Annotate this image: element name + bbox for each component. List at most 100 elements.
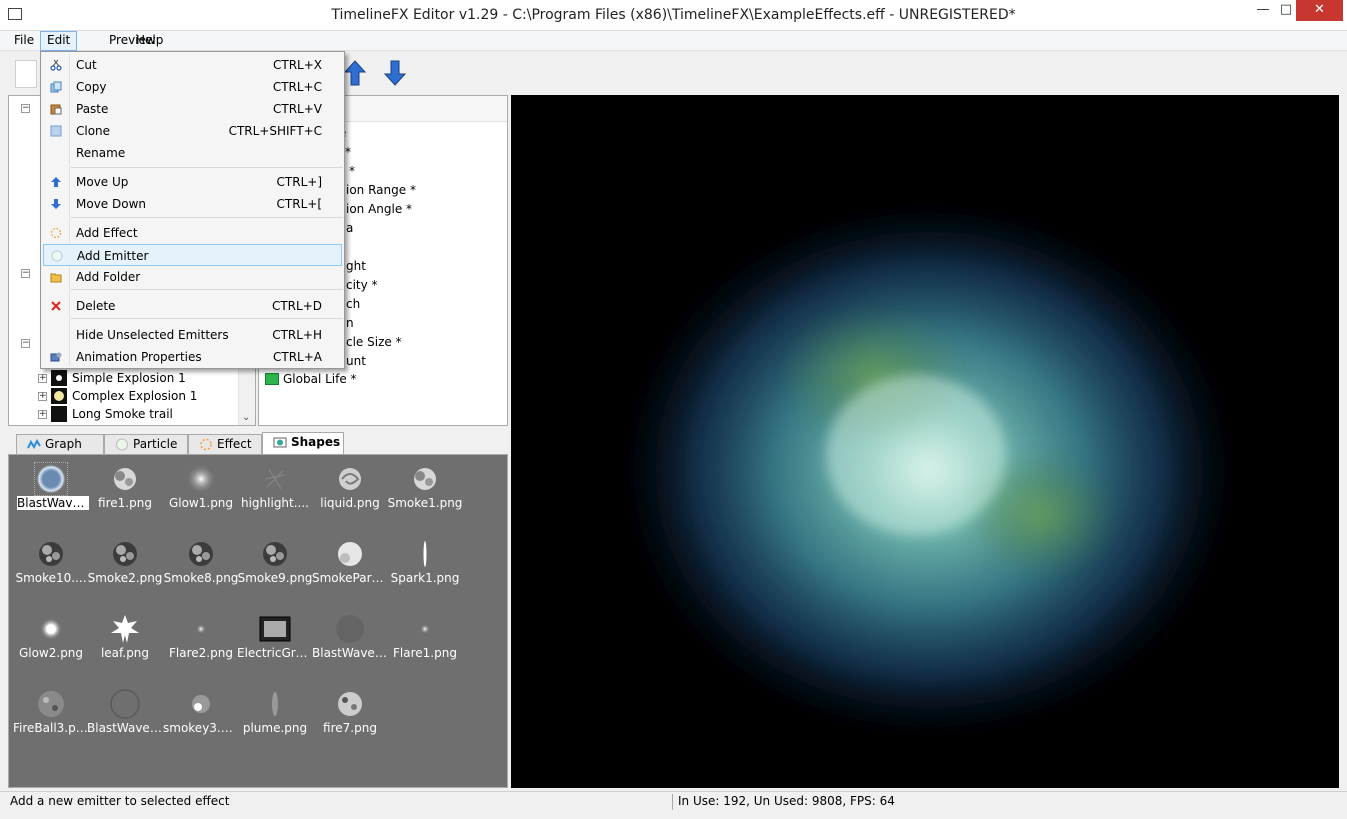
shape-item[interactable]: Glow1.png xyxy=(163,458,239,526)
maximize-button[interactable]: □ xyxy=(1276,0,1296,21)
menu-item-move-down[interactable]: Move Down CTRL+[ xyxy=(43,193,342,215)
tree-item[interactable]: Simple Explosion 1 xyxy=(51,369,186,387)
shape-item[interactable]: Smoke8.png xyxy=(163,533,239,601)
shape-item[interactable]: SmokePart.... xyxy=(312,533,388,601)
new-document-icon[interactable] xyxy=(15,60,37,88)
shape-item[interactable]: Smoke2.png xyxy=(87,533,163,601)
property-item[interactable]: ion Angle * xyxy=(346,202,412,216)
property-item[interactable]: ch xyxy=(346,297,360,311)
shape-thumbnail xyxy=(259,688,291,720)
menu-item-move-up[interactable]: Move Up CTRL+] xyxy=(43,171,342,193)
tree-item-label: Complex Explosion 1 xyxy=(72,389,198,403)
property-item[interactable]: ght xyxy=(346,259,366,273)
menu-item-shortcut: CTRL+SHIFT+C xyxy=(228,124,322,138)
shape-label: Smoke8.png xyxy=(163,571,239,585)
tree-item-label: Simple Explosion 1 xyxy=(72,371,186,385)
property-item[interactable]: city * xyxy=(346,278,378,292)
shape-item[interactable]: fire1.png xyxy=(87,458,163,526)
menu-item-shortcut: CTRL+D xyxy=(271,299,322,313)
move-up-toolbar-icon[interactable] xyxy=(344,60,366,86)
tree-expander[interactable]: + xyxy=(38,410,47,419)
effect-icon xyxy=(200,438,212,451)
shape-thumbnail xyxy=(334,613,366,645)
menu-item-label: Animation Properties xyxy=(76,350,202,364)
effect-thumbnail xyxy=(51,370,67,386)
property-item[interactable]: cle Size * xyxy=(346,335,402,349)
menu-item-hide-unselected-emitters[interactable]: Hide Unselected Emitters CTRL+H xyxy=(43,324,342,346)
shape-label: liquid.png xyxy=(320,496,380,510)
property-item[interactable]: ion Range * xyxy=(346,183,416,197)
property-item[interactable]: a xyxy=(346,221,353,235)
clone-icon xyxy=(50,125,62,137)
property-item[interactable]: * xyxy=(345,145,351,159)
tab-shapes[interactable]: Shapes xyxy=(262,432,344,454)
shape-item[interactable]: fire7.png xyxy=(312,683,388,751)
shape-item[interactable]: Flare2.png xyxy=(163,608,239,676)
tree-expander[interactable]: + xyxy=(38,392,47,401)
move-down-toolbar-icon[interactable] xyxy=(384,60,406,86)
close-button[interactable]: ✕ xyxy=(1296,0,1343,21)
property-item-global-life[interactable]: Global Life * xyxy=(265,372,357,386)
emitter-icon xyxy=(51,250,63,262)
shape-item[interactable]: highlight.... xyxy=(237,458,313,526)
shape-item[interactable]: Flare1.png xyxy=(387,608,463,676)
shape-label: Glow2.png xyxy=(18,646,84,660)
tree-expander[interactable]: + xyxy=(38,374,47,383)
title-bar: TimelineFX Editor v1.29 - C:\Program Fil… xyxy=(0,0,1347,31)
menu-item-shortcut: CTRL+X xyxy=(272,58,322,72)
shape-item[interactable]: ElectricGro.... xyxy=(237,608,313,676)
tab-particle[interactable]: Particle xyxy=(104,434,188,454)
shape-thumbnail xyxy=(185,538,217,570)
shape-item[interactable]: BlastWave.... xyxy=(13,458,89,526)
tree-item[interactable]: Long Smoke trail xyxy=(51,405,173,423)
preview-viewport[interactable] xyxy=(511,95,1339,788)
menu-item-label: Copy xyxy=(76,80,107,94)
shape-item[interactable]: Spark1.png xyxy=(387,533,463,601)
shape-item[interactable]: FireBall3.png xyxy=(13,683,89,751)
shape-thumbnail xyxy=(34,462,68,496)
menu-item-add-folder[interactable]: Add Folder xyxy=(43,266,342,288)
property-item[interactable]: n xyxy=(346,316,354,330)
menu-item-copy[interactable]: Copy CTRL+C xyxy=(43,76,342,98)
menu-item-clone[interactable]: Clone CTRL+SHIFT+C xyxy=(43,120,342,142)
menu-item-label: Add Emitter xyxy=(77,249,149,263)
menu-item-cut[interactable]: Cut CTRL+X xyxy=(43,54,342,76)
tree-expander[interactable]: − xyxy=(21,339,30,348)
shape-item[interactable]: plume.png xyxy=(237,683,313,751)
shape-thumbnail xyxy=(109,538,141,570)
menu-edit[interactable]: Edit xyxy=(40,31,78,51)
shape-item[interactable]: leaf.png xyxy=(87,608,163,676)
shape-item[interactable]: Glow2.png xyxy=(13,608,89,676)
tree-expander[interactable]: − xyxy=(21,269,30,278)
tab-graph[interactable]: Graph xyxy=(16,434,104,454)
menu-help[interactable]: Help xyxy=(130,31,169,51)
menu-item-paste[interactable]: Paste CTRL+V xyxy=(43,98,342,120)
effect-icon xyxy=(50,227,62,239)
shape-item[interactable]: liquid.png xyxy=(312,458,388,526)
shape-item[interactable]: BlastWave9.... xyxy=(87,683,163,751)
minimize-button[interactable]: — xyxy=(1250,0,1276,21)
shape-item[interactable]: BlastWave4.... xyxy=(312,608,388,676)
status-bar: Add a new emitter to selected effect In … xyxy=(0,791,1347,819)
property-item[interactable]: unt xyxy=(346,354,366,368)
shape-item[interactable]: Smoke1.png xyxy=(387,458,463,526)
menu-item-add-emitter[interactable]: Add Emitter xyxy=(43,244,342,266)
menu-item-delete[interactable]: Delete CTRL+D xyxy=(43,295,342,317)
tab-effect[interactable]: Effect xyxy=(188,434,262,454)
menu-item-shortcut: CTRL+V xyxy=(273,102,322,116)
menu-item-rename[interactable]: Rename xyxy=(43,142,342,164)
scroll-down-icon[interactable]: ⌄ xyxy=(242,412,250,423)
tab-label: Effect xyxy=(217,437,252,451)
menu-file[interactable]: File xyxy=(8,31,40,51)
shape-item[interactable]: Smoke9.png xyxy=(237,533,313,601)
tree-expander[interactable]: − xyxy=(21,104,30,113)
shape-item[interactable]: smokey3.png xyxy=(163,683,239,751)
menu-item-shortcut: CTRL+] xyxy=(276,175,322,189)
shape-item[interactable]: Smoke10.... xyxy=(13,533,89,601)
menu-item-animation-properties[interactable]: Animation Properties CTRL+A xyxy=(43,346,342,368)
property-item[interactable]: * xyxy=(349,164,355,178)
tree-item[interactable]: Complex Explosion 1 xyxy=(51,387,197,405)
menu-item-add-effect[interactable]: Add Effect xyxy=(43,222,342,244)
menu-item-label: Rename xyxy=(76,146,126,160)
shape-thumbnail xyxy=(259,538,291,570)
